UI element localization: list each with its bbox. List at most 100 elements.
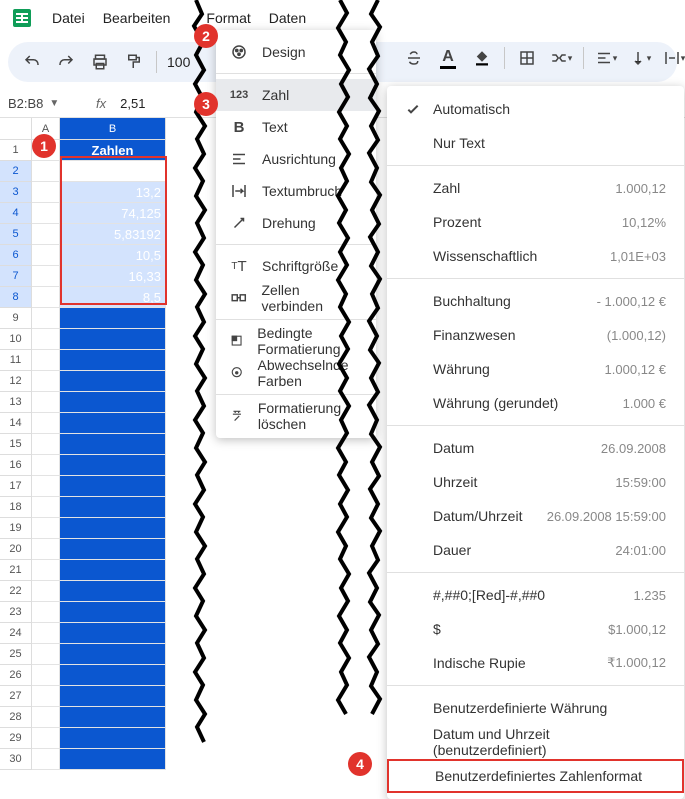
- row-header[interactable]: 14: [0, 413, 32, 434]
- number-format-item[interactable]: Wissenschaftlich1,01E+03: [387, 239, 684, 273]
- format-menu-item[interactable]: Design: [216, 36, 376, 68]
- row-header[interactable]: 21: [0, 560, 32, 581]
- cell[interactable]: [60, 728, 166, 749]
- row-header[interactable]: 10: [0, 329, 32, 350]
- menu-daten[interactable]: Daten: [269, 10, 306, 26]
- number-format-item[interactable]: Zahl1.000,12: [387, 171, 684, 205]
- cell[interactable]: [60, 413, 166, 434]
- cell[interactable]: [60, 350, 166, 371]
- cell[interactable]: [60, 665, 166, 686]
- merge-button[interactable]: ▾: [547, 44, 575, 72]
- row-header[interactable]: 20: [0, 539, 32, 560]
- cell[interactable]: 10,5: [60, 245, 166, 266]
- print-button[interactable]: [86, 48, 114, 76]
- row-header[interactable]: 16: [0, 455, 32, 476]
- number-format-item[interactable]: Datum und Uhrzeit (benutzerdefiniert): [387, 725, 684, 759]
- number-format-item[interactable]: Datum/Uhrzeit26.09.2008 15:59:00: [387, 499, 684, 533]
- row-header[interactable]: 4: [0, 203, 32, 224]
- format-menu-item[interactable]: Bedingte Formatierung: [216, 325, 376, 357]
- row-header[interactable]: 3: [0, 182, 32, 203]
- cell[interactable]: [60, 602, 166, 623]
- format-menu-item[interactable]: Drehung: [216, 207, 376, 239]
- format-menu-item[interactable]: BText: [216, 111, 376, 143]
- number-format-item[interactable]: Prozent10,12%: [387, 205, 684, 239]
- row-header[interactable]: 7: [0, 266, 32, 287]
- formula-value[interactable]: 2,51: [120, 96, 145, 111]
- row-header[interactable]: 6: [0, 245, 32, 266]
- cell[interactable]: [60, 686, 166, 707]
- cell[interactable]: [32, 182, 60, 203]
- cell[interactable]: [32, 665, 60, 686]
- cell[interactable]: [32, 266, 60, 287]
- cell[interactable]: [32, 560, 60, 581]
- format-menu-item[interactable]: Formatierung löschen: [216, 400, 376, 432]
- cell[interactable]: [32, 203, 60, 224]
- cell[interactable]: [32, 602, 60, 623]
- row-header[interactable]: 1: [0, 140, 32, 161]
- row-header[interactable]: 17: [0, 476, 32, 497]
- cell[interactable]: [32, 308, 60, 329]
- borders-button[interactable]: [513, 44, 541, 72]
- menu-format[interactable]: Format: [206, 10, 250, 26]
- name-box[interactable]: B2:B8 ▼: [8, 96, 82, 111]
- number-format-item[interactable]: Finanzwesen(1.000,12): [387, 318, 684, 352]
- cell[interactable]: [60, 455, 166, 476]
- cell[interactable]: [32, 350, 60, 371]
- cell[interactable]: [60, 623, 166, 644]
- cell[interactable]: [60, 434, 166, 455]
- row-header[interactable]: 29: [0, 728, 32, 749]
- number-format-item[interactable]: Uhrzeit15:59:00: [387, 465, 684, 499]
- menu-bearbeiten[interactable]: Bearbeiten: [103, 10, 171, 26]
- row-header[interactable]: 23: [0, 602, 32, 623]
- undo-button[interactable]: [18, 48, 46, 76]
- fill-color-button[interactable]: [468, 44, 496, 72]
- row-header[interactable]: 22: [0, 581, 32, 602]
- format-menu-item[interactable]: Zellen verbinden: [216, 282, 376, 314]
- cell[interactable]: [32, 392, 60, 413]
- row-header[interactable]: 18: [0, 497, 32, 518]
- cell[interactable]: [32, 749, 60, 770]
- row-header[interactable]: 8: [0, 287, 32, 308]
- number-format-item[interactable]: Automatisch: [387, 92, 684, 126]
- number-format-item[interactable]: $$1.000,12: [387, 612, 684, 646]
- row-header[interactable]: 27: [0, 686, 32, 707]
- row-header[interactable]: 30: [0, 749, 32, 770]
- cell[interactable]: [32, 224, 60, 245]
- zoom-value[interactable]: 100: [165, 54, 192, 70]
- cell[interactable]: [60, 707, 166, 728]
- cell[interactable]: [32, 455, 60, 476]
- row-header[interactable]: 5: [0, 224, 32, 245]
- cell[interactable]: [32, 623, 60, 644]
- cell[interactable]: [32, 581, 60, 602]
- cell[interactable]: [60, 392, 166, 413]
- wrap-button[interactable]: ▾: [660, 44, 685, 72]
- cell[interactable]: 8,5: [60, 287, 166, 308]
- cell[interactable]: [32, 245, 60, 266]
- cell[interactable]: [60, 497, 166, 518]
- cell[interactable]: [60, 644, 166, 665]
- format-menu-item[interactable]: Abwechselnde Farben: [216, 357, 376, 389]
- row-header[interactable]: 12: [0, 371, 32, 392]
- cell[interactable]: [32, 518, 60, 539]
- paint-format-button[interactable]: [120, 48, 148, 76]
- cell[interactable]: [60, 476, 166, 497]
- format-menu-item[interactable]: Textumbruch: [216, 175, 376, 207]
- cell[interactable]: 5,83192: [60, 224, 166, 245]
- cell[interactable]: [32, 371, 60, 392]
- row-header[interactable]: 19: [0, 518, 32, 539]
- number-format-item[interactable]: Benutzerdefinierte Währung: [387, 691, 684, 725]
- format-menu-item[interactable]: TTSchriftgröße: [216, 250, 376, 282]
- cell[interactable]: [32, 434, 60, 455]
- number-format-item[interactable]: #,##0;[Red]-#,##01.235: [387, 578, 684, 612]
- cell[interactable]: [60, 560, 166, 581]
- number-format-item[interactable]: Datum26.09.2008: [387, 431, 684, 465]
- number-format-item[interactable]: Währung1.000,12 €: [387, 352, 684, 386]
- cell[interactable]: 74,125: [60, 203, 166, 224]
- cell-header[interactable]: Zahlen: [60, 140, 166, 161]
- row-header[interactable]: 13: [0, 392, 32, 413]
- format-menu-item[interactable]: 123Zahl: [216, 79, 376, 111]
- cell[interactable]: [60, 329, 166, 350]
- cell[interactable]: [60, 371, 166, 392]
- cell[interactable]: 16,33: [60, 266, 166, 287]
- row-header[interactable]: 2: [0, 161, 32, 182]
